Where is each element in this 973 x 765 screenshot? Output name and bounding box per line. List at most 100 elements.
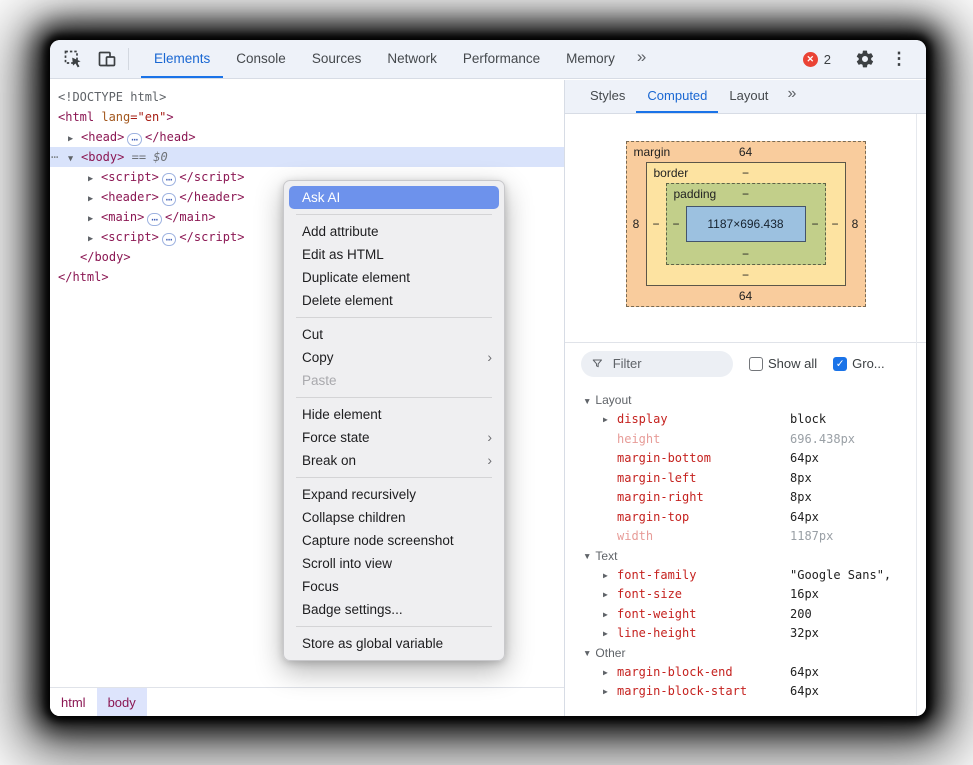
menu-item-focus[interactable]: Focus (284, 575, 504, 598)
section-expanded-icon: ▼ (583, 396, 591, 406)
node-options-icon[interactable]: ⋯ (51, 147, 57, 167)
property-row-margin-left[interactable]: margin-left8px (565, 469, 926, 489)
show-all-label: Show all (768, 356, 817, 371)
box-model-content[interactable]: 1187×696.438 (686, 206, 806, 242)
device-toolbar-icon[interactable] (92, 40, 122, 78)
property-expand-icon[interactable]: ▶ (603, 585, 608, 605)
menu-item-copy[interactable]: Copy› (284, 346, 504, 369)
tab-layout[interactable]: Layout (718, 80, 779, 113)
property-expand-icon[interactable]: ▶ (603, 566, 608, 586)
property-row-margin-right[interactable]: margin-right8px (565, 488, 926, 508)
property-expand-icon[interactable]: ▶ (603, 663, 608, 683)
menu-item-store-as-global-variable[interactable]: Store as global variable (284, 632, 504, 655)
property-row-margin-block-start[interactable]: ▶margin-block-start64px (565, 682, 926, 702)
more-sidebar-tabs-icon[interactable]: » (779, 80, 804, 113)
console-error-indicator[interactable]: ✕ 2 (803, 52, 831, 67)
menu-item-delete-element[interactable]: Delete element (284, 289, 504, 312)
section-other[interactable]: ▼Other (565, 644, 926, 663)
property-row-height[interactable]: height696.438px (565, 430, 926, 450)
submenu-arrow-icon: › (487, 346, 492, 369)
menu-item-hide-element[interactable]: Hide element (284, 403, 504, 426)
twisty-collapsed-icon[interactable]: ▶ (88, 209, 101, 229)
menu-item-expand-recursively[interactable]: Expand recursively (284, 483, 504, 506)
filter-input[interactable] (611, 355, 723, 372)
property-row-line-height[interactable]: ▶line-height32px (565, 624, 926, 644)
property-row-display[interactable]: ▶displayblock (565, 410, 926, 430)
computed-filter-bar: Show all ✓ Gro... (565, 342, 926, 384)
tab-elements[interactable]: Elements (141, 40, 223, 78)
property-row-margin-bottom[interactable]: margin-bottom64px (565, 449, 926, 469)
menu-item-duplicate-element[interactable]: Duplicate element (284, 266, 504, 289)
menu-item-ask-ai[interactable]: Ask AI (289, 186, 499, 209)
inline-expand-button[interactable]: ⋯ (162, 173, 177, 186)
tab-console[interactable]: Console (223, 40, 299, 78)
section-layout[interactable]: ▼Layout (565, 391, 926, 410)
box-model-padding[interactable]: padding− − 1187×696.438 − − (666, 183, 826, 265)
group-label: Gro... (852, 356, 885, 371)
kebab-menu-icon[interactable]: ⋮ (884, 49, 914, 69)
twisty-collapsed-icon[interactable]: ▶ (88, 169, 101, 189)
property-row-font-size[interactable]: ▶font-size16px (565, 585, 926, 605)
border-top-value: − (742, 166, 749, 180)
twisty-collapsed-icon[interactable]: ▶ (88, 229, 101, 249)
twisty-collapsed-icon[interactable]: ▶ (88, 189, 101, 209)
menu-item-add-attribute[interactable]: Add attribute (284, 220, 504, 243)
inspect-element-icon[interactable] (58, 40, 88, 78)
menu-item-break-on[interactable]: Break on› (284, 449, 504, 472)
menu-separator (296, 626, 492, 627)
padding-right-value: − (806, 204, 825, 244)
property-expand-icon[interactable]: ▶ (603, 605, 608, 625)
group-checkbox-checked[interactable]: ✓ (833, 357, 847, 371)
show-all-checkbox[interactable] (749, 357, 763, 371)
menu-item-badge-settings[interactable]: Badge settings... (284, 598, 504, 621)
breadcrumb-item-body[interactable]: body (97, 688, 147, 716)
more-panels-icon[interactable]: » (628, 40, 655, 78)
dom-node-html[interactable]: <html lang="en"> (50, 107, 564, 127)
property-row-font-weight[interactable]: ▶font-weight200 (565, 605, 926, 625)
property-row-margin-top[interactable]: margin-top64px (565, 508, 926, 528)
property-row-width[interactable]: width1187px (565, 527, 926, 547)
error-icon: ✕ (803, 52, 818, 67)
section-text[interactable]: ▼Text (565, 547, 926, 566)
inline-expand-button[interactable]: ⋯ (162, 193, 177, 206)
border-label: border (654, 166, 689, 180)
menu-item-cut[interactable]: Cut (284, 323, 504, 346)
property-expand-icon[interactable]: ▶ (603, 682, 608, 702)
menu-item-force-state[interactable]: Force state› (284, 426, 504, 449)
tab-sources[interactable]: Sources (299, 40, 375, 78)
twisty-expanded-icon[interactable]: ▼ (68, 149, 81, 169)
property-expand-icon[interactable]: ▶ (603, 624, 608, 644)
filter-funnel-icon (591, 356, 604, 371)
dom-node-head[interactable]: ▶<head>⋯</head> (50, 127, 564, 147)
menu-item-edit-as-html[interactable]: Edit as HTML (284, 243, 504, 266)
show-all-checkbox-group[interactable]: Show all (749, 356, 817, 371)
tab-memory[interactable]: Memory (553, 40, 628, 78)
tab-computed[interactable]: Computed (636, 80, 718, 113)
settings-gear-icon[interactable] (850, 49, 880, 69)
breadcrumb-item-html[interactable]: html (50, 688, 97, 716)
inline-expand-button[interactable]: ⋯ (162, 233, 177, 246)
tab-network[interactable]: Network (374, 40, 450, 78)
dom-node-doctype[interactable]: <!DOCTYPE html> (50, 87, 564, 107)
property-row-margin-block-end[interactable]: ▶margin-block-end64px (565, 663, 926, 683)
box-model-margin[interactable]: margin64 8 border− − padding− − (626, 141, 866, 307)
border-bottom-value: − (742, 268, 749, 282)
property-row-font-family[interactable]: ▶font-family"Google Sans", (565, 566, 926, 586)
property-expand-icon[interactable]: ▶ (603, 410, 608, 430)
box-model-border[interactable]: border− − padding− − 1187×696.438 − (646, 162, 846, 286)
menu-item-capture-node-screenshot[interactable]: Capture node screenshot (284, 529, 504, 552)
submenu-arrow-icon: › (487, 449, 492, 472)
group-checkbox-group[interactable]: ✓ Gro... (833, 356, 885, 371)
menu-item-scroll-into-view[interactable]: Scroll into view (284, 552, 504, 575)
inline-expand-button[interactable]: ⋯ (127, 133, 142, 146)
scrollbar-track[interactable] (916, 114, 917, 716)
dom-node-body-selected[interactable]: ⋯▼<body> == $0 (50, 147, 564, 167)
menu-item-collapse-children[interactable]: Collapse children (284, 506, 504, 529)
section-expanded-icon: ▼ (583, 551, 591, 561)
inline-expand-button[interactable]: ⋯ (147, 213, 162, 226)
tab-styles[interactable]: Styles (579, 80, 636, 113)
tab-performance[interactable]: Performance (450, 40, 553, 78)
sidebar-tabs: Styles Computed Layout » (565, 80, 926, 114)
filter-input-container[interactable] (581, 351, 733, 377)
twisty-collapsed-icon[interactable]: ▶ (68, 129, 81, 149)
